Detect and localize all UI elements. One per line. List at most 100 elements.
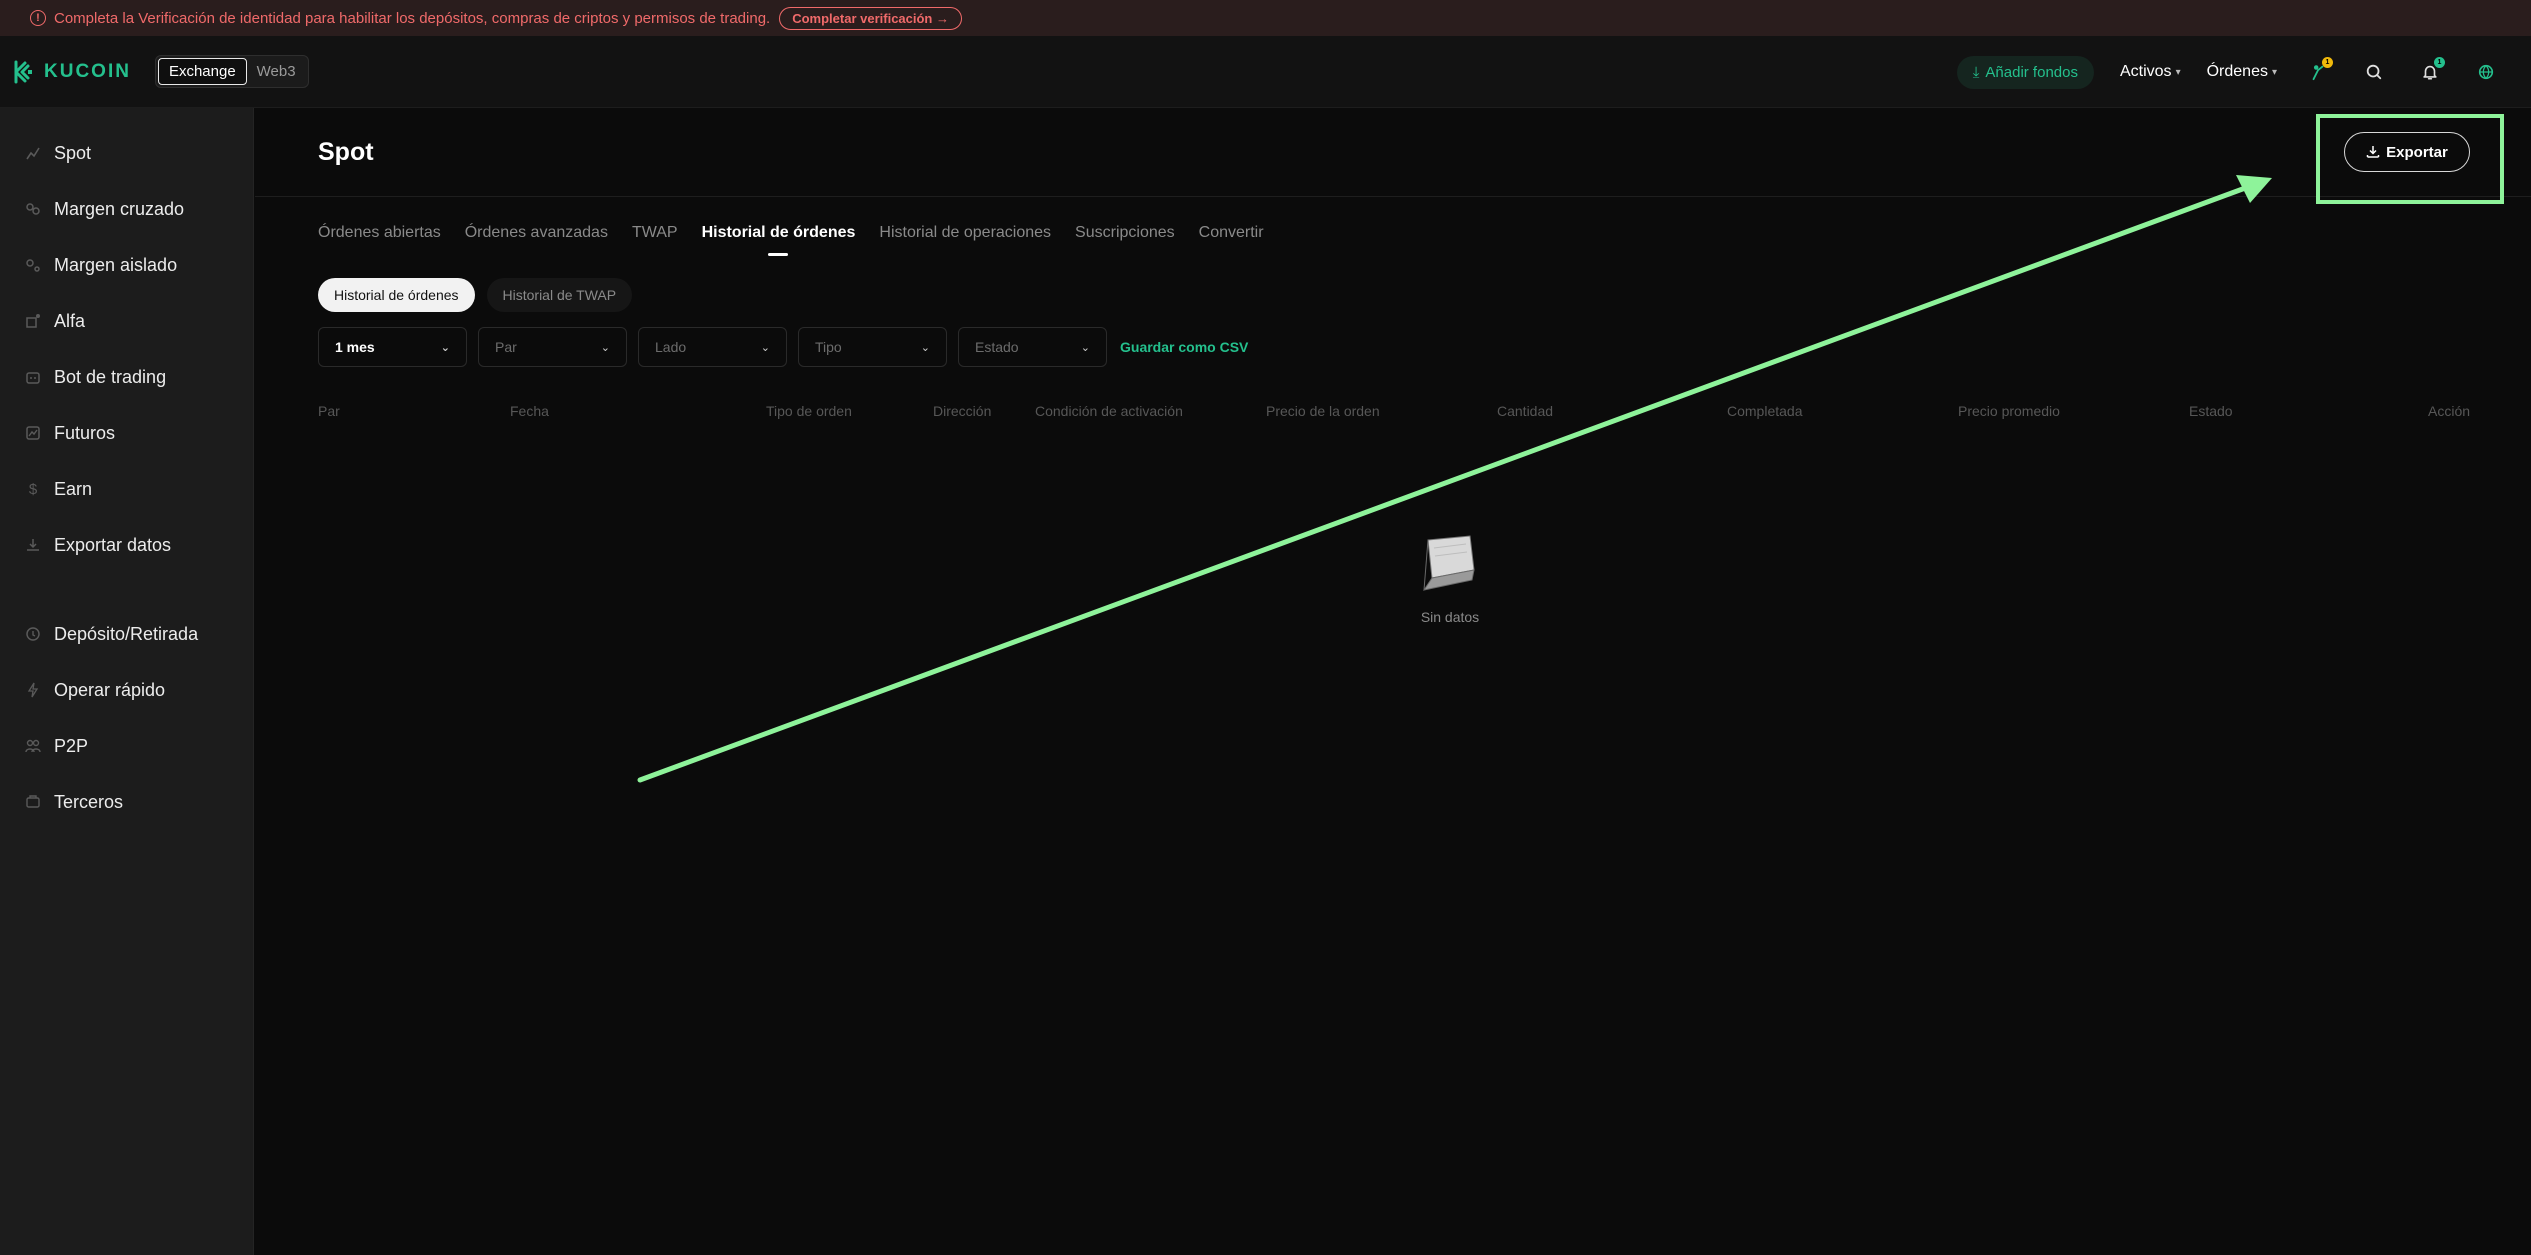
sidebar-item-label: Alfa xyxy=(54,310,86,331)
orders-menu-label: Órdenes xyxy=(2206,63,2268,80)
sidebar-item-deposit-withdraw[interactable]: Depósito/Retirada xyxy=(0,611,254,657)
verification-banner: ! Completa la Verificación de identidad … xyxy=(0,0,2531,36)
switch-web3[interactable]: Web3 xyxy=(247,59,306,84)
sidebar-item-label: Futuros xyxy=(54,422,116,443)
chevron-down-icon: ⌄ xyxy=(920,341,930,354)
assets-menu[interactable]: Activos ▾ xyxy=(2120,63,2181,81)
sidebar-item-export-data[interactable]: Exportar datos xyxy=(0,522,254,568)
bot-icon xyxy=(24,368,42,386)
chevron-down-icon: ⌄ xyxy=(600,341,610,354)
column-header: Cantidad xyxy=(1497,403,1554,419)
column-header: Completada xyxy=(1727,403,1803,419)
kucoin-logo[interactable]: KUCOIN xyxy=(12,59,131,85)
annotation-highlight-box xyxy=(2316,114,2504,204)
tab-convert[interactable]: Convertir xyxy=(1199,224,1264,256)
chevron-down-icon: ⌄ xyxy=(1080,341,1090,354)
sidebar-item-earn[interactable]: $ Earn xyxy=(0,466,254,512)
rewards-button[interactable]: 1 xyxy=(2303,57,2333,87)
banner-message: Completa la Verificación de identidad pa… xyxy=(54,9,771,27)
switch-exchange[interactable]: Exchange xyxy=(157,58,247,85)
pair-select-placeholder: Par xyxy=(495,339,517,355)
deposit-arrow-icon: ⤓ xyxy=(1972,63,1980,81)
chevron-down-icon: ⌄ xyxy=(440,341,450,354)
sidebar: Spot Margen cruzado Margen aislado Alfa … xyxy=(0,108,254,1255)
empty-state-text: Sin datos xyxy=(1420,609,1480,625)
sidebar-item-label: Depósito/Retirada xyxy=(54,623,199,644)
sidebar-item-label: P2P xyxy=(54,735,89,756)
sidebar-item-third-party[interactable]: Terceros xyxy=(0,779,254,825)
spot-icon xyxy=(24,144,42,162)
sidebar-item-label: Earn xyxy=(54,478,93,499)
sidebar-item-label: Exportar datos xyxy=(54,534,172,555)
sidebar-item-futures[interactable]: Futuros xyxy=(0,410,254,456)
assets-menu-label: Activos xyxy=(2119,63,2172,80)
chevron-down-icon: ⌄ xyxy=(760,341,770,354)
pair-select[interactable]: Par ⌄ xyxy=(478,327,627,367)
subtab-order-history[interactable]: Historial de órdenes xyxy=(318,278,475,312)
language-button[interactable] xyxy=(2471,57,2501,87)
side-select[interactable]: Lado ⌄ xyxy=(638,327,787,367)
sidebar-item-spot[interactable]: Spot xyxy=(0,130,254,176)
tab-subscriptions[interactable]: Suscripciones xyxy=(1075,224,1175,256)
earn-icon: $ xyxy=(28,480,38,498)
save-csv-link[interactable]: Guardar como CSV xyxy=(1120,339,1248,355)
column-header: Acción xyxy=(2428,403,2471,419)
empty-state: Sin datos xyxy=(1360,528,1540,625)
column-header: Estado xyxy=(2189,403,2233,419)
chevron-down-icon: ▾ xyxy=(2271,66,2277,78)
logo-text: KUCOIN xyxy=(44,60,131,82)
column-header: Condición de activación xyxy=(1035,403,1183,419)
tab-trade-history[interactable]: Historial de operaciones xyxy=(879,224,1051,256)
kucoin-logo-icon xyxy=(14,60,32,83)
sidebar-item-label: Terceros xyxy=(54,791,124,812)
sidebar-item-quick-trade[interactable]: Operar rápido xyxy=(0,667,254,713)
futures-icon xyxy=(24,424,42,442)
sidebar-item-isolated-margin[interactable]: Margen aislado xyxy=(0,242,254,288)
column-header: Par xyxy=(318,403,340,419)
complete-verification-button[interactable]: Completar verificación → xyxy=(779,6,962,30)
order-tabs: Órdenes abiertas Órdenes avanzadas TWAP … xyxy=(318,224,1264,256)
search-icon xyxy=(2366,64,2382,80)
notifications-button[interactable]: 1 xyxy=(2415,57,2445,87)
sidebar-item-alpha[interactable]: Alfa xyxy=(0,298,254,344)
sidebar-item-label: Margen aislado xyxy=(54,254,178,275)
sidebar-item-p2p[interactable]: P2P xyxy=(0,723,254,769)
status-select[interactable]: Estado ⌄ xyxy=(958,327,1107,367)
header-divider xyxy=(255,196,2531,197)
third-party-icon xyxy=(24,793,42,811)
period-select[interactable]: 1 mes ⌄ xyxy=(318,327,467,367)
orders-menu[interactable]: Órdenes ▾ xyxy=(2207,63,2277,81)
history-subtabs: Historial de órdenes Historial de TWAP xyxy=(318,278,633,312)
tab-twap[interactable]: TWAP xyxy=(632,224,678,256)
status-select-placeholder: Estado xyxy=(975,339,1019,355)
sidebar-item-cross-margin[interactable]: Margen cruzado xyxy=(0,186,254,232)
sidebar-item-label: Spot xyxy=(54,142,92,163)
notifications-badge: 1 xyxy=(2434,57,2445,68)
lightning-icon xyxy=(24,681,42,699)
main-content: Spot Exportar Órdenes abiertas Órdenes a… xyxy=(255,108,2531,1255)
column-header: Precio de la orden xyxy=(1266,403,1380,419)
alpha-icon xyxy=(24,312,42,330)
tab-open-orders[interactable]: Órdenes abiertas xyxy=(318,224,441,256)
empty-box-icon xyxy=(1422,535,1475,591)
column-header: Dirección xyxy=(933,403,992,419)
warning-icon: ! xyxy=(30,10,46,26)
tab-order-history[interactable]: Historial de órdenes xyxy=(702,224,856,256)
type-select[interactable]: Tipo ⌄ xyxy=(798,327,947,367)
tab-advanced-orders[interactable]: Órdenes avanzadas xyxy=(465,224,608,256)
column-header: Precio promedio xyxy=(1958,403,2060,419)
sidebar-item-trading-bot[interactable]: Bot de trading xyxy=(0,354,254,400)
p2p-icon xyxy=(24,737,42,755)
side-select-placeholder: Lado xyxy=(655,339,687,355)
type-select-placeholder: Tipo xyxy=(815,339,842,355)
search-button[interactable] xyxy=(2359,57,2389,87)
chevron-down-icon: ▾ xyxy=(2175,66,2181,78)
download-icon xyxy=(24,536,42,554)
subtab-twap-history[interactable]: Historial de TWAP xyxy=(486,278,633,312)
add-funds-button[interactable]: ⤓ Añadir fondos xyxy=(1956,55,2094,89)
column-header: Fecha xyxy=(510,403,549,419)
isolated-margin-icon xyxy=(24,256,42,274)
deposit-icon xyxy=(24,625,42,643)
period-select-value: 1 mes xyxy=(335,339,375,355)
column-header: Tipo de orden xyxy=(766,403,852,419)
